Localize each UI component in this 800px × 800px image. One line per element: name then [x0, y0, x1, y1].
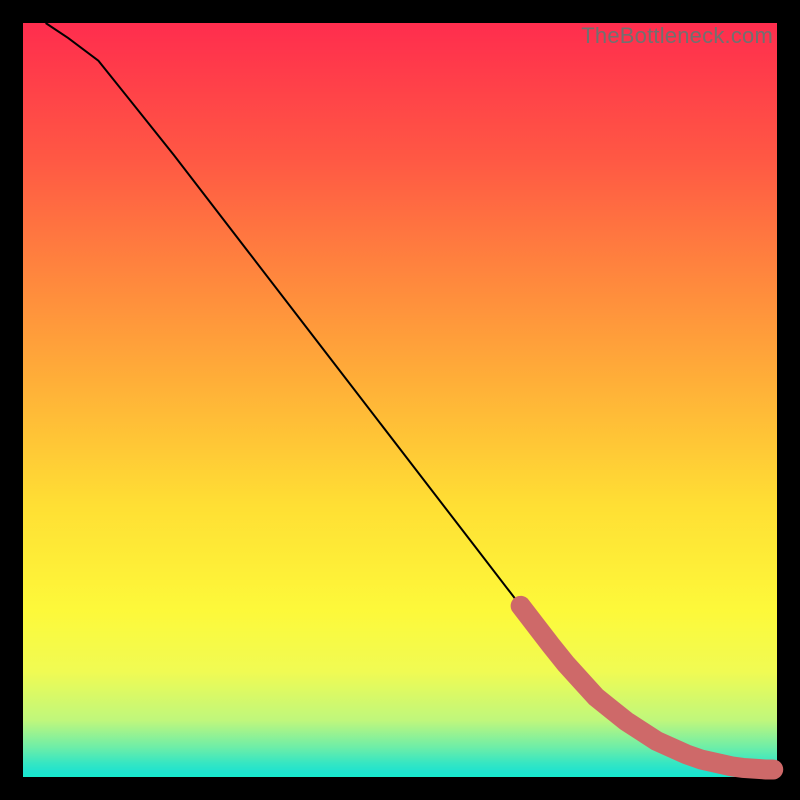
marker-segment — [521, 606, 774, 770]
chart-svg — [23, 23, 777, 777]
chart-frame: TheBottleneck.com — [0, 0, 800, 800]
plot-area: TheBottleneck.com — [23, 23, 777, 777]
marker-group — [521, 606, 774, 770]
bottleneck-curve-line — [46, 23, 774, 769]
